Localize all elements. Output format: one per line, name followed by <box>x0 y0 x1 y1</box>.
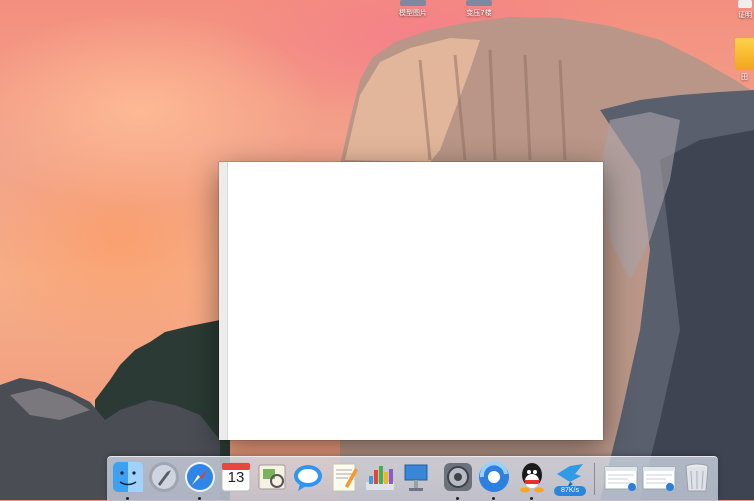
desktop-icon-label: 模型图片 <box>399 9 427 17</box>
messages-icon <box>294 465 322 491</box>
folder-icon <box>735 38 754 70</box>
qq-icon <box>520 463 544 493</box>
dock-separator <box>594 463 595 495</box>
desktop-icon-folder[interactable]: 田 <box>735 38 754 82</box>
dock-item-download-manager[interactable]: 87K/s <box>553 460 587 496</box>
dock: 13 87K/s <box>107 456 718 501</box>
dock-item-qq[interactable] <box>515 460 549 500</box>
dock-item-launchpad[interactable] <box>147 460 181 494</box>
image-file-icon <box>466 0 492 6</box>
window-edge <box>219 162 228 440</box>
dock-item-browser[interactable] <box>477 460 511 500</box>
dock-item-finder[interactable] <box>111 460 145 500</box>
download-speed-badge: 87K/s <box>554 486 586 496</box>
keynote-icon <box>404 464 428 491</box>
desktop-icon-label: 证明 <box>738 11 752 19</box>
window-thumbnail-icon <box>604 466 638 491</box>
desktop-icon-model-image[interactable]: 模型图片 <box>392 0 434 18</box>
dock-item-preview[interactable] <box>255 460 289 494</box>
dock-item-calendar[interactable]: 13 <box>219 460 253 494</box>
numbers-icon <box>366 466 394 490</box>
pages-icon <box>332 463 358 492</box>
desktop-icon-certificate[interactable]: 证明 <box>736 0 754 20</box>
desktop-icon-transformer[interactable]: 变压7楼 <box>458 0 500 18</box>
blank-window[interactable] <box>219 162 603 440</box>
browser-icon <box>479 461 509 492</box>
desktop-icon-label: 变压7楼 <box>466 9 492 17</box>
dock-item-safari[interactable] <box>183 460 217 500</box>
dock-item-pages[interactable] <box>327 460 361 494</box>
document-icon <box>738 0 752 8</box>
window-thumbnail-icon <box>642 466 676 491</box>
dock-minimized-window-2[interactable] <box>642 460 676 494</box>
image-file-icon <box>400 0 426 6</box>
dock-item-trash[interactable] <box>680 460 714 494</box>
launchpad-icon <box>149 462 179 492</box>
dock-item-numbers[interactable] <box>363 460 397 494</box>
trash-icon <box>685 463 709 492</box>
calendar-day: 13 <box>227 469 245 486</box>
dock-item-system-preferences[interactable] <box>441 460 475 500</box>
dock-item-messages[interactable] <box>291 460 325 494</box>
dock-minimized-window-1[interactable] <box>604 460 638 494</box>
safari-icon <box>185 462 215 492</box>
finder-icon <box>113 462 143 492</box>
preview-icon <box>258 464 286 490</box>
desktop-icon-label: 田 <box>741 73 748 81</box>
dock-item-keynote[interactable] <box>399 460 433 494</box>
gear-icon <box>444 463 472 491</box>
